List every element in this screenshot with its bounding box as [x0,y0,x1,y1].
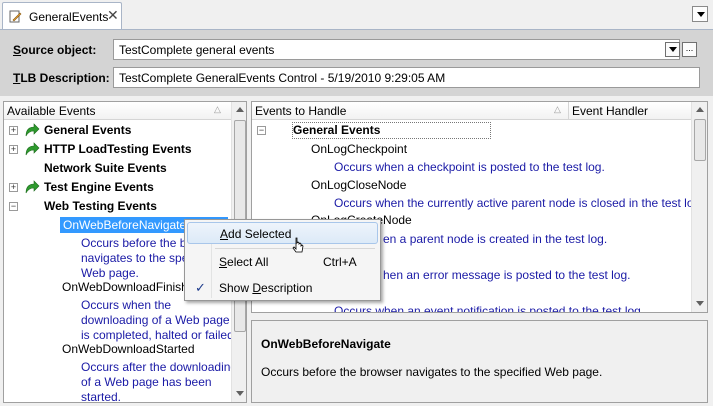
handled-event-item[interactable]: OnLogCloseNode [311,178,406,192]
checkmark-icon: ✓ [195,280,206,295]
event-arrow-icon [25,123,40,137]
scroll-down-button[interactable] [232,386,246,402]
document-edit-icon [9,10,22,23]
tree-group-test-engine-events[interactable]: + Test Engine Events [4,178,232,197]
handled-event-item[interactable]: OnLogCheckpoint [311,142,407,156]
close-icon[interactable]: ✕ [107,7,119,24]
sort-icon: △ [554,104,561,114]
group-label: General Events [44,123,132,137]
event-description: Occurs when the downloading of a Web page… [81,298,238,342]
event-description: Occurs before the bro navigates to the sp… [81,236,198,280]
event-info-panel: OnWebBeforeNavigate Occurs before the br… [251,320,708,403]
expand-icon[interactable]: + [9,183,18,192]
scroll-up-button[interactable] [692,102,707,118]
menu-item-add-selected[interactable]: Add Selected [187,222,378,244]
tab-strip: GeneralEvents ✕ [0,0,713,30]
tab-general-events[interactable]: GeneralEvents ✕ [2,2,122,29]
tree-group-web-testing-events[interactable]: − Web Testing Events [4,197,232,216]
tree-group-network-suite-events[interactable]: Network Suite Events [4,159,232,178]
shortcut-label: Ctrl+A [323,255,357,269]
info-text: Occurs before the browser navigates to t… [261,365,603,379]
event-description: en a parent node is created in the test … [383,232,608,246]
tree-group-http-loadtesting-events[interactable]: + HTTP LoadTesting Events [4,140,232,159]
source-object-field[interactable]: TestComplete general events [113,39,680,60]
scroll-thumb[interactable] [694,119,706,161]
available-events-title: Available Events [7,104,96,118]
source-object-dropdown-button[interactable] [665,42,680,57]
expand-icon[interactable]: + [9,126,18,135]
events-to-handle-title: Events to Handle [255,104,347,118]
event-description: hen an error message is posted to the te… [383,268,631,282]
group-label: Network Suite Events [44,161,167,175]
source-object-browse-button[interactable]: ... [682,42,697,57]
event-description: Occurs when an event notification is pos… [334,304,645,313]
tlb-description-label: TLB Description: [13,71,110,85]
tab-list-dropdown-button[interactable] [692,6,708,22]
event-description: Occurs when a checkpoint is posted to th… [334,160,605,174]
event-item-onwebdownloadstarted[interactable]: OnWebDownloadStarted [62,342,195,356]
mouse-cursor-icon [292,237,304,253]
context-menu: Add Selected Select All Ctrl+A ✓ Show De… [184,219,381,301]
collapse-icon[interactable]: − [257,126,266,135]
info-title: OnWebBeforeNavigate [261,337,391,351]
tree-group-general-events-handled[interactable]: − General Events [252,121,688,140]
menu-item-show-description[interactable]: ✓ Show Description [187,277,378,299]
group-label: Test Engine Events [44,180,154,194]
available-events-column-header[interactable]: Available Events △ [4,102,232,120]
event-description: Occurs when the currently active parent … [334,196,704,210]
scroll-up-button[interactable] [232,102,246,118]
object-info-panel: Source object: TestComplete general even… [0,30,713,96]
scroll-down-button[interactable] [692,296,707,312]
source-object-label: Source object: [13,43,97,57]
collapse-icon[interactable]: − [9,202,18,211]
expand-icon[interactable]: + [9,145,18,154]
tab-title: GeneralEvents [29,10,109,24]
event-item-onwebdownloadfinished[interactable]: OnWebDownloadFinished [62,280,201,294]
events-to-handle-scrollbar[interactable] [691,102,707,312]
event-handler-column-header[interactable]: Event Handler [568,102,693,120]
tlb-description-value: TestComplete GeneralEvents Control - 5/1… [119,71,446,85]
events-to-handle-column-header[interactable]: Events to Handle △ [252,102,568,120]
menu-item-select-all[interactable]: Select All Ctrl+A [187,251,378,273]
event-handler-title: Event Handler [572,104,649,118]
event-arrow-icon [25,142,40,156]
event-arrow-icon [25,180,40,194]
event-description: Occurs after the downloading of a Web pag… [81,360,238,403]
group-label: HTTP LoadTesting Events [44,142,192,156]
sort-icon: △ [214,104,221,114]
tree-group-general-events[interactable]: + General Events [4,121,232,140]
group-label: Web Testing Events [44,199,157,213]
source-object-value: TestComplete general events [119,43,275,57]
group-label: General Events [292,122,492,139]
tlb-description-field[interactable]: TestComplete GeneralEvents Control - 5/1… [113,67,700,88]
